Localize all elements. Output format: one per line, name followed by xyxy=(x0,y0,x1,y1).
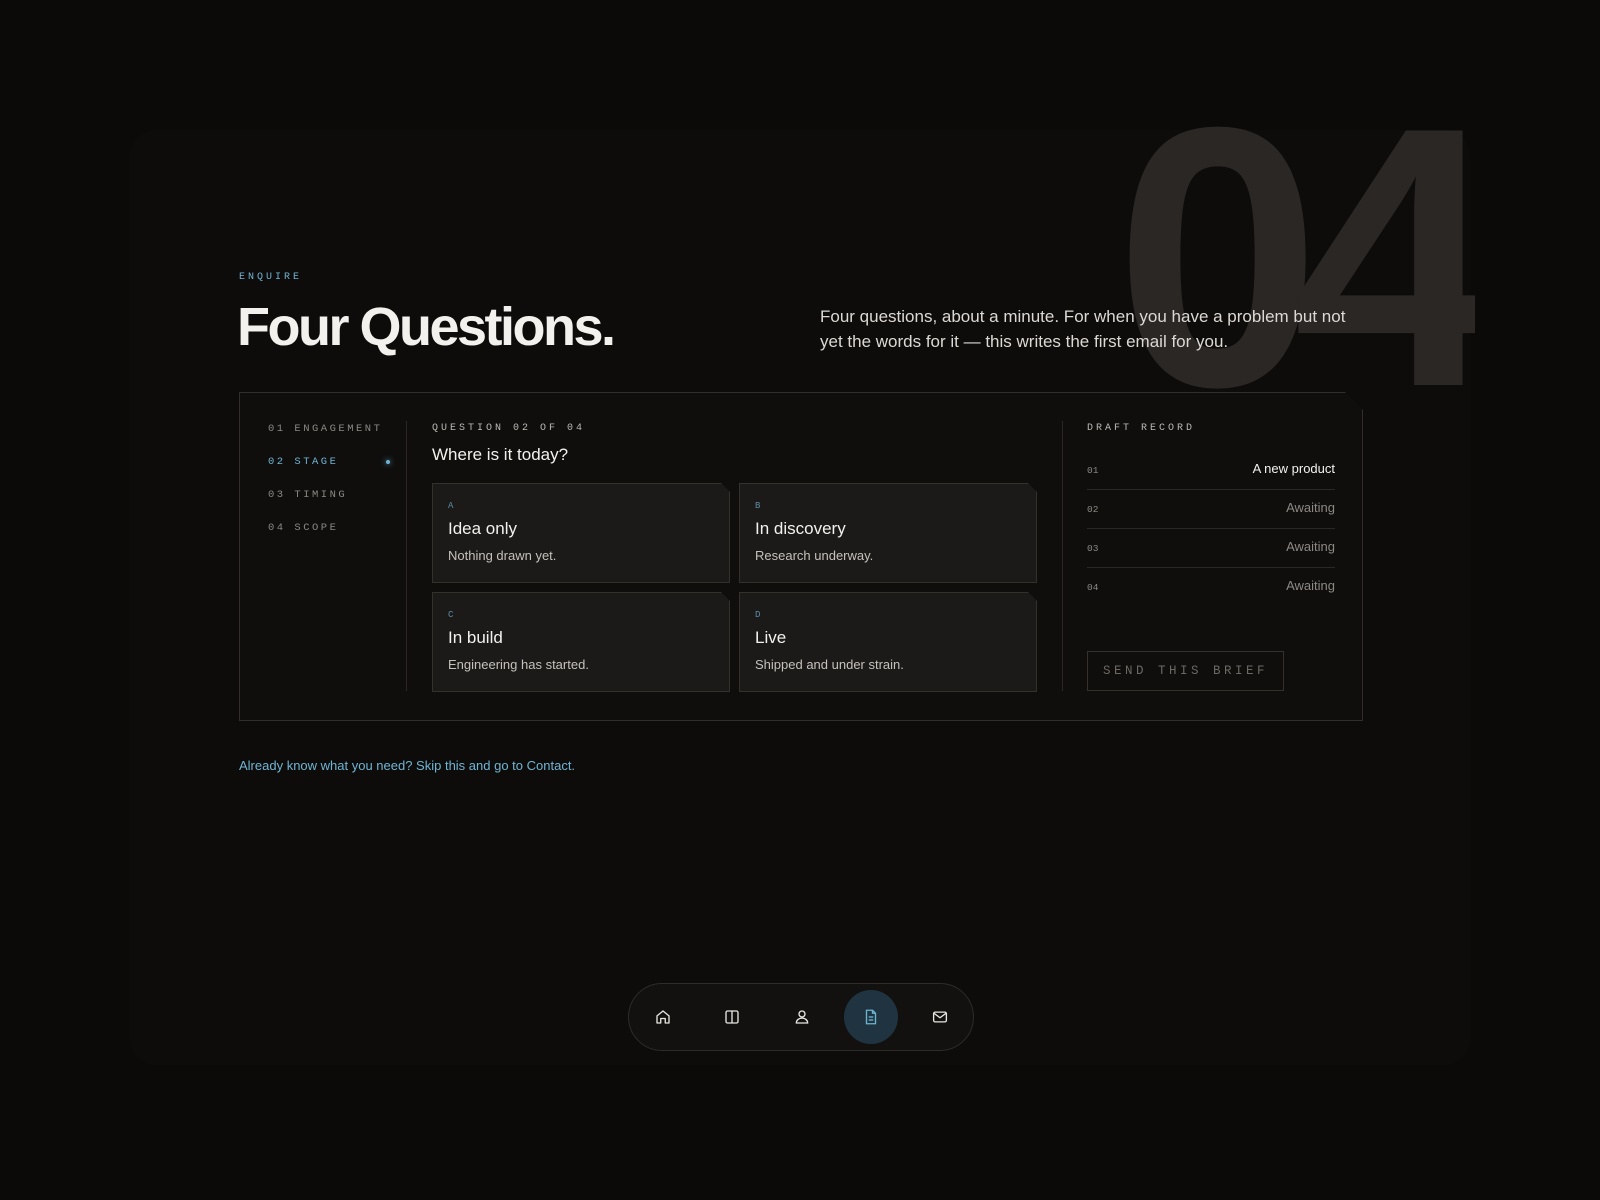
section-eyebrow: ENQUIRE xyxy=(239,272,303,283)
step-list: 01 ENGAGEMENT 02 STAGE 03 TIMING 04 SCOP… xyxy=(240,421,407,691)
step-number-watermark: 04 xyxy=(1115,98,1475,418)
record-value: Awaiting xyxy=(1286,578,1335,593)
option-description: Nothing drawn yet. xyxy=(448,548,557,563)
nav-home[interactable] xyxy=(636,990,690,1044)
panel-corner-notch xyxy=(1345,392,1363,410)
step-label: 04 SCOPE xyxy=(268,522,339,534)
option-title: In build xyxy=(448,628,503,647)
home-icon xyxy=(656,1010,670,1024)
option-in-build[interactable]: C In build Engineering has started. xyxy=(432,592,730,692)
step-label: 01 ENGAGEMENT xyxy=(268,423,383,435)
send-brief-button[interactable]: SEND THIS BRIEF xyxy=(1087,651,1284,691)
option-key: B xyxy=(755,501,761,511)
mail-icon xyxy=(932,1011,948,1023)
record-number: 01 xyxy=(1087,465,1099,476)
draft-record: DRAFT RECORD 01 A new product 02 Awaitin… xyxy=(1062,421,1362,691)
record-value: Awaiting xyxy=(1286,500,1335,515)
nav-enquire[interactable] xyxy=(844,990,898,1044)
step-timing[interactable]: 03 TIMING xyxy=(268,487,390,503)
nav-work[interactable] xyxy=(705,990,759,1044)
draft-record-title: DRAFT RECORD xyxy=(1087,423,1196,434)
record-value: Awaiting xyxy=(1286,539,1335,554)
option-idea-only[interactable]: A Idea only Nothing drawn yet. xyxy=(432,483,730,583)
record-number: 03 xyxy=(1087,543,1099,554)
record-row: 01 A new product xyxy=(1087,451,1335,490)
step-stage[interactable]: 02 STAGE xyxy=(268,454,390,470)
active-step-dot-icon xyxy=(386,460,390,464)
option-description: Research underway. xyxy=(755,548,874,563)
question-text: Where is it today? xyxy=(432,445,569,464)
nav-about[interactable] xyxy=(775,990,829,1044)
option-title: Live xyxy=(755,628,787,647)
document-icon xyxy=(865,1009,877,1025)
nav-contact[interactable] xyxy=(913,990,967,1044)
record-row: 04 Awaiting xyxy=(1087,568,1335,607)
option-title: Idea only xyxy=(448,519,517,538)
option-key: C xyxy=(448,610,454,620)
bottom-nav-dock xyxy=(628,983,974,1051)
option-key: D xyxy=(755,610,761,620)
user-icon xyxy=(795,1010,809,1024)
step-scope[interactable]: 04 SCOPE xyxy=(268,520,390,536)
option-description: Shipped and under strain. xyxy=(755,657,904,672)
intro-text: Four questions, about a minute. For when… xyxy=(820,307,1346,351)
option-key: A xyxy=(448,501,454,511)
option-in-discovery[interactable]: B In discovery Research underway. xyxy=(739,483,1037,583)
record-number: 04 xyxy=(1087,582,1099,593)
option-title: In discovery xyxy=(755,519,846,538)
option-live[interactable]: D Live Shipped and under strain. xyxy=(739,592,1037,692)
option-description: Engineering has started. xyxy=(448,657,589,672)
record-row: 02 Awaiting xyxy=(1087,490,1335,529)
columns-icon xyxy=(725,1010,739,1024)
page-title: Four Questions. xyxy=(237,297,616,357)
questionnaire-panel: 01 ENGAGEMENT 02 STAGE 03 TIMING 04 SCOP… xyxy=(239,392,1363,721)
step-engagement[interactable]: 01 ENGAGEMENT xyxy=(268,421,390,437)
step-label: 03 TIMING xyxy=(268,489,348,501)
question-counter: QUESTION 02 OF 04 xyxy=(432,423,586,434)
record-value: A new product xyxy=(1252,461,1335,476)
record-number: 02 xyxy=(1087,504,1099,515)
skip-to-contact-link[interactable]: Already know what you need? Skip this an… xyxy=(239,758,575,773)
step-label: 02 STAGE xyxy=(268,456,339,468)
record-row: 03 Awaiting xyxy=(1087,529,1335,568)
